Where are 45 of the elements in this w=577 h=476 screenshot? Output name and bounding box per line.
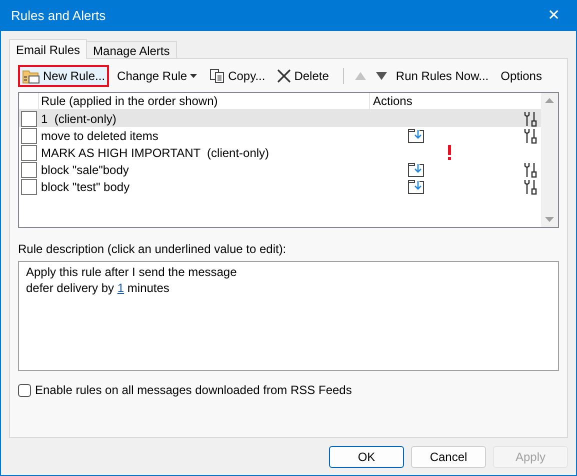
rule-row[interactable]: MARK AS HIGH IMPORTANT (client-only) <box>19 144 541 161</box>
rule-checkbox[interactable] <box>21 178 37 194</box>
scroll-up-icon[interactable] <box>545 98 554 103</box>
copy-button[interactable]: Copy... <box>205 65 270 87</box>
rule-name: 1 (client-only) <box>41 110 118 128</box>
rule-checkbox[interactable] <box>21 128 37 144</box>
copy-icon <box>209 68 226 84</box>
description-text: Apply this rule after I send the message <box>26 264 237 280</box>
up-arrow-icon <box>354 72 366 80</box>
rule-name: MARK AS HIGH IMPORTANT (client-only) <box>41 144 270 162</box>
rule-row[interactable]: block "test" body <box>19 178 541 195</box>
rule-checkbox[interactable] <box>21 144 37 160</box>
rule-name: move to deleted items <box>41 128 160 144</box>
new-rule-button[interactable]: New Rule... <box>18 65 110 87</box>
delete-button[interactable]: Delete <box>273 65 333 87</box>
run-rules-button[interactable]: Run Rules Now... <box>392 65 493 87</box>
rule-name: block "sale"body <box>41 162 130 178</box>
close-button[interactable]: ✕ <box>542 4 566 28</box>
dialog-button[interactable]: OK <box>329 446 404 468</box>
rule-row[interactable]: block "sale"body <box>19 161 541 178</box>
rule-row[interactable]: move to deleted items <box>19 127 541 144</box>
description-text: defer delivery by <box>26 280 116 296</box>
options-button[interactable]: Options <box>496 65 546 87</box>
value-link[interactable]: 1 <box>117 280 124 296</box>
delete-icon <box>277 69 292 83</box>
column-header[interactable]: Rule (applied in the order shown) <box>39 93 370 109</box>
description-label: Rule description (click an underlined value to edit): <box>18 241 288 258</box>
column-header[interactable]: Actions <box>370 93 541 109</box>
rss-label: Enable rules on all messages downloaded from RSS Feeds <box>35 382 352 399</box>
rule-icon <box>22 68 40 84</box>
down-arrow-icon <box>376 72 387 80</box>
scroll-down-icon[interactable] <box>545 217 554 222</box>
tab[interactable]: Email Rules <box>9 39 88 59</box>
tab[interactable]: Manage Alerts <box>86 41 177 59</box>
change-rule-button[interactable]: Change Rule <box>113 65 202 87</box>
caret-icon <box>190 74 198 78</box>
rule-checkbox[interactable] <box>21 162 37 178</box>
rss-checkbox[interactable] <box>18 384 31 396</box>
description-text: minutes <box>126 280 170 296</box>
rule-checkbox[interactable] <box>21 110 37 126</box>
rule-row[interactable]: 1 (client-only) <box>19 110 541 127</box>
window-title: Rules and Alerts <box>11 7 106 26</box>
scrollbar[interactable] <box>541 93 558 227</box>
rule-name: block "test" body <box>41 178 131 196</box>
dialog-button[interactable]: Cancel <box>411 446 486 468</box>
